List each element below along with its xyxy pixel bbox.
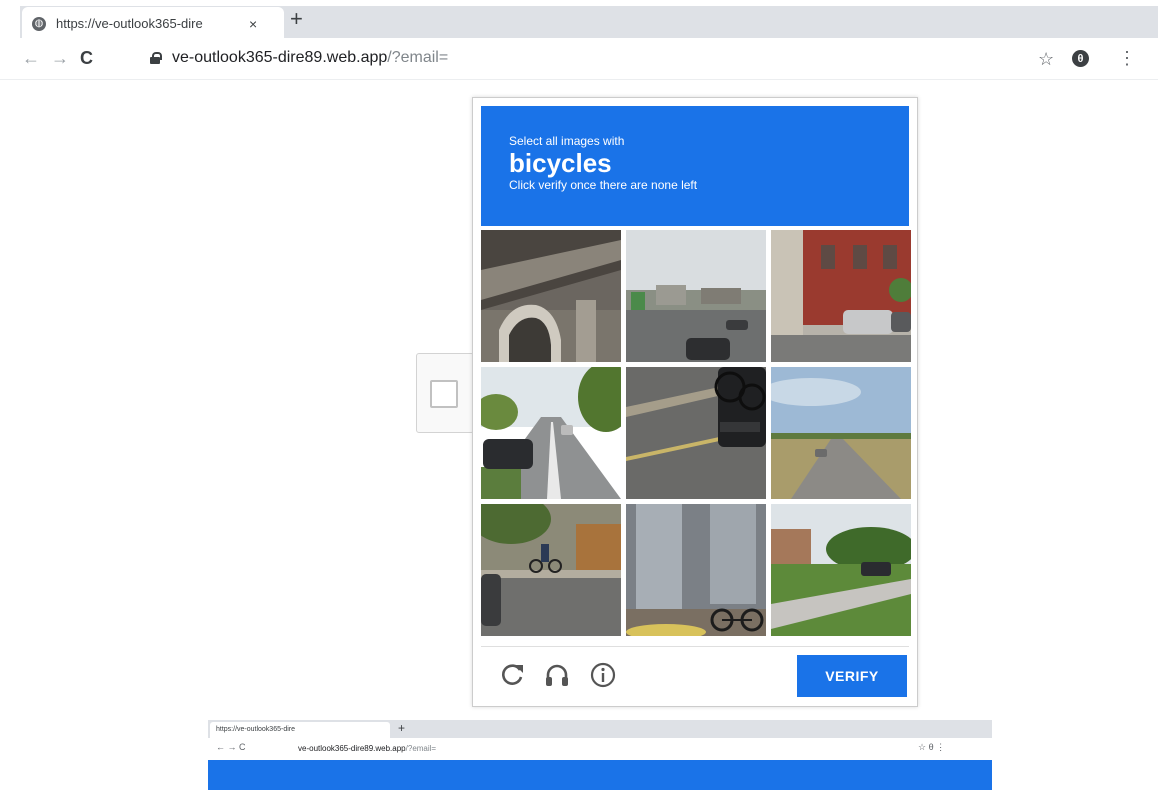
browser-tab[interactable]: ◍ https://ve-outlook365-dire × xyxy=(22,7,284,40)
headphones-icon[interactable] xyxy=(543,661,571,689)
tile-image xyxy=(771,504,911,636)
url-host: ve-outlook365-dire89.web.app xyxy=(172,49,388,66)
mini-new-tab-icon: + xyxy=(398,721,406,735)
captcha-footer: VERIFY xyxy=(481,646,909,702)
tile-image xyxy=(481,504,621,636)
profile-icon[interactable]: θ xyxy=(1072,50,1089,67)
captcha-image-grid xyxy=(481,230,911,636)
captcha-tile-1[interactable] xyxy=(481,230,621,362)
captcha-tile-3[interactable] xyxy=(771,230,911,362)
tab-title: https://ve-outlook365-dire xyxy=(56,16,203,31)
address-bar[interactable]: ve-outlook365-dire89.web.app/?email= xyxy=(172,49,448,67)
mini-toolbar-icons: ☆ θ ⋮ xyxy=(918,742,946,752)
mini-tabstrip: https://ve-outlook365-dire + xyxy=(208,720,992,738)
bookmark-star-icon[interactable]: ☆ xyxy=(1038,49,1054,70)
captcha-tile-7[interactable] xyxy=(481,504,621,636)
reload-icon[interactable] xyxy=(499,661,527,689)
mini-nav-icons: ← → C xyxy=(216,742,246,752)
page-content: Select all images with bicycles Click ve… xyxy=(0,81,1158,790)
tile-image xyxy=(481,367,621,499)
mini-url-path: /?email= xyxy=(405,744,437,753)
tile-image xyxy=(626,367,766,499)
tile-image xyxy=(481,230,621,362)
url-path: /?email= xyxy=(387,49,449,66)
globe-icon: ◍ xyxy=(32,16,46,31)
browser-tabstrip: ◍ https://ve-outlook365-dire × + xyxy=(0,0,1158,40)
lock-icon[interactable] xyxy=(150,52,162,64)
reload-icon[interactable]: C xyxy=(80,48,93,69)
captcha-tile-4[interactable] xyxy=(481,367,621,499)
captcha-tile-2[interactable] xyxy=(626,230,766,362)
tile-image xyxy=(626,230,766,362)
tile-image xyxy=(626,504,766,636)
captcha-tile-8[interactable] xyxy=(626,504,766,636)
close-tab-icon[interactable]: × xyxy=(249,16,257,32)
browser-toolbar: ← → C ve-outlook365-dire89.web.app/?emai… xyxy=(0,40,1158,80)
captcha-header: Select all images with bicycles Click ve… xyxy=(481,106,909,226)
captcha-tile-9[interactable] xyxy=(771,504,911,636)
recaptcha-anchor xyxy=(416,353,474,433)
new-tab-button[interactable]: + xyxy=(290,8,303,30)
captcha-challenge: Select all images with bicycles Click ve… xyxy=(472,97,918,707)
tile-image xyxy=(771,367,911,499)
mini-tab-title: https://ve-outlook365-dire xyxy=(210,722,390,738)
embedded-browser-screenshot: https://ve-outlook365-dire + ← → C ve-ou… xyxy=(208,720,992,790)
recaptcha-checkbox[interactable] xyxy=(430,380,458,408)
verify-button[interactable]: VERIFY xyxy=(797,655,907,697)
captcha-tile-5[interactable] xyxy=(626,367,766,499)
back-icon[interactable]: ← xyxy=(22,48,40,69)
tile-image xyxy=(771,230,911,362)
mini-address-bar: ve-outlook365-dire89.web.app/?email= xyxy=(298,744,436,753)
prompt-target: bicycles xyxy=(509,148,612,178)
info-icon[interactable] xyxy=(589,661,617,689)
captcha-tile-6[interactable] xyxy=(771,367,911,499)
prompt-instruction: Select all images with xyxy=(509,134,625,148)
mini-url-host: ve-outlook365-dire89.web.app xyxy=(298,744,406,753)
forward-icon[interactable]: → xyxy=(51,48,69,69)
mini-toolbar: ← → C ve-outlook365-dire89.web.app/?emai… xyxy=(208,738,992,760)
menu-icon[interactable]: ⋮ xyxy=(1118,48,1136,69)
prompt-hint: Click verify once there are none left xyxy=(509,178,698,192)
